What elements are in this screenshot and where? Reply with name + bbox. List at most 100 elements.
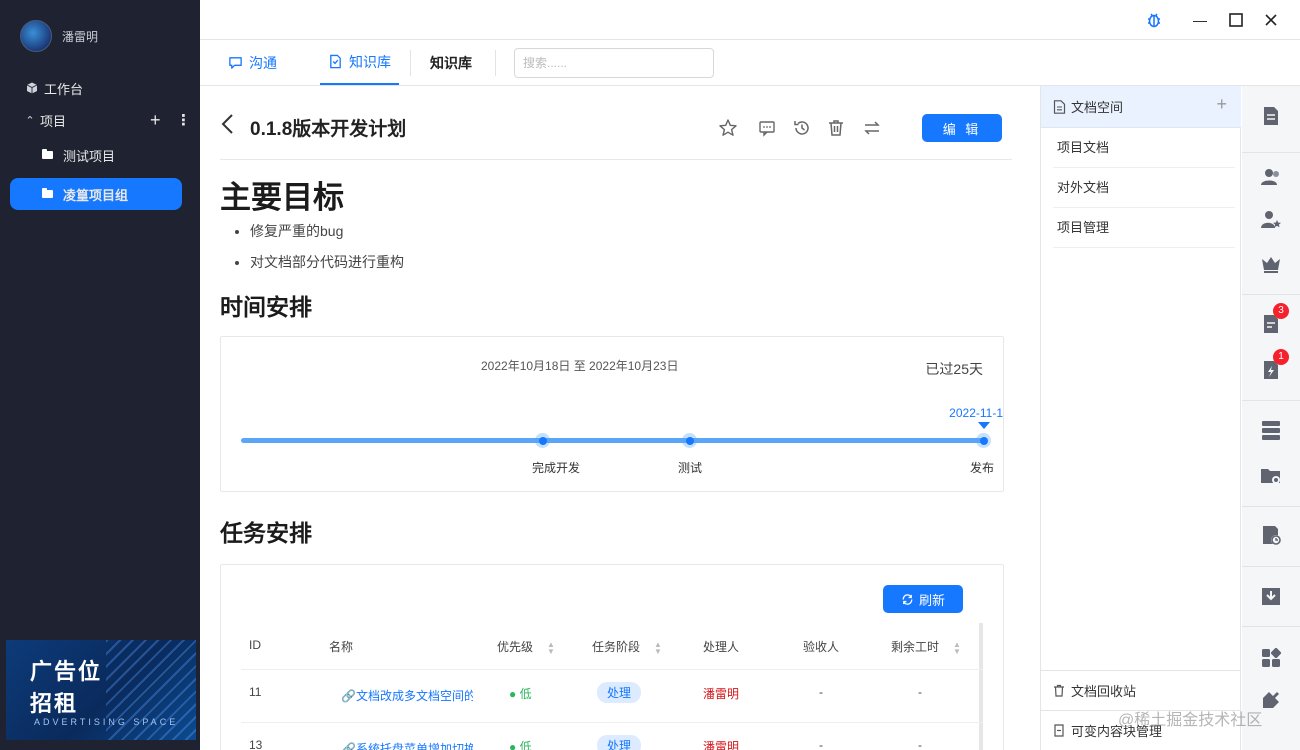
timeline-marker-date: 2022-11-1 — [949, 406, 1003, 420]
tab-label: 知识库 — [349, 53, 391, 70]
handler-name: 潘雷明 — [703, 740, 740, 750]
avatar[interactable] — [20, 20, 52, 52]
milestone-dot[interactable] — [535, 433, 550, 448]
task-link[interactable]: 🔗文档改成多文档空间的 — [341, 687, 473, 704]
timeline-elapsed: 已过25天 — [925, 361, 983, 377]
ad-title: 广告位 — [30, 659, 103, 684]
milestone-dot[interactable] — [976, 433, 991, 448]
doc-space-item[interactable]: 项目管理 — [1053, 208, 1235, 248]
recycle-bin-label: 文档回收站 — [1071, 684, 1137, 699]
bugs-icon[interactable]: 1 — [1259, 349, 1289, 382]
sidebar-item-workbench[interactable]: 工作台 — [0, 70, 200, 106]
notification-badge: 3 — [1273, 303, 1289, 319]
close-button[interactable] — [1261, 10, 1281, 30]
right-icon-rail: 3 1 — [1242, 86, 1300, 750]
column-header-priority[interactable]: 优先级 ▲ ▼ — [497, 638, 555, 655]
ad-banner[interactable]: 广告位 招租 ADVERTISING SPACE — [6, 640, 196, 740]
priority-low: ● 低 — [509, 687, 532, 701]
sidebar-item-test-project[interactable]: 测试项目 — [0, 137, 200, 173]
tab-label: 沟通 — [249, 54, 277, 71]
sidebar-item-projects[interactable]: ⌃ 项目 + ⋮ — [0, 102, 200, 138]
schedule-icon[interactable] — [1259, 523, 1283, 547]
reviewer-name: - — [819, 738, 823, 750]
add-project-icon[interactable]: + — [150, 110, 161, 131]
folder-settings-icon[interactable] — [1259, 464, 1283, 488]
star-icon[interactable] — [718, 118, 738, 138]
users-icon[interactable] — [1259, 165, 1283, 189]
delete-icon[interactable] — [826, 118, 846, 138]
tab-knowledge-base[interactable]: 知识库 — [320, 40, 399, 85]
stage-badge: 处理 — [597, 682, 642, 703]
chevron-up-icon[interactable]: ⌃ — [22, 114, 38, 127]
user-star-icon[interactable] — [1259, 208, 1283, 232]
download-box-icon[interactable] — [1259, 584, 1283, 608]
add-space-icon[interactable]: + — [1216, 94, 1227, 115]
sort-icon[interactable]: ▲ ▼ — [953, 640, 961, 655]
more-icon[interactable]: ⋮ — [176, 111, 191, 129]
sidebar-item-lingmao-project[interactable]: 凌篁项目组 — [10, 178, 182, 210]
reviewer-name: - — [819, 685, 823, 699]
sort-icon[interactable]: ▲ ▼ — [654, 640, 662, 655]
doc-space-item[interactable]: 项目文档 — [1053, 128, 1235, 168]
back-icon[interactable] — [220, 112, 236, 136]
doc-space-item[interactable]: 对外文档 — [1053, 168, 1235, 208]
bug-icon[interactable] — [1144, 10, 1164, 30]
trash-icon — [1054, 684, 1064, 697]
column-header-label: 优先级 — [497, 640, 534, 654]
stage-badge: 处理 — [597, 735, 642, 750]
column-header-remaining[interactable]: 剩余工时 ▲ ▼ — [891, 638, 961, 655]
document-icon — [330, 54, 341, 69]
sidebar-item-label: 项目 — [40, 113, 67, 129]
search-input[interactable] — [514, 48, 714, 78]
refresh-button[interactable]: 刷新 — [883, 585, 963, 613]
column-header-label: 剩余工时 — [891, 640, 940, 654]
document-space-header[interactable]: 文档空间 + — [1041, 86, 1241, 128]
column-header-label: 任务阶段 — [592, 640, 641, 654]
milestone-label: 完成开发 — [532, 461, 581, 475]
milestone-dot[interactable] — [682, 433, 697, 448]
task-link[interactable]: 🔗系统托盘菜单增加切换 — [341, 740, 473, 750]
rail-divider — [1242, 506, 1300, 507]
apps-icon[interactable] — [1259, 646, 1283, 670]
sidebar-item-label: 工作台 — [44, 81, 84, 97]
block-icon — [1054, 724, 1064, 737]
heading-tasks: 任务安排 — [220, 520, 312, 546]
left-sidebar: 潘雷明 工作台 ⌃ 项目 + ⋮ 测试项目 凌篁项目组 广告位 招租 ADVER… — [0, 0, 200, 750]
heading-goals: 主要目标 — [220, 180, 344, 215]
goals-list: 修复严重的bug 对文档部分代码进行重构 — [250, 220, 404, 282]
crown-icon[interactable] — [1259, 252, 1283, 276]
sort-icon[interactable]: ▲ ▼ — [547, 640, 555, 655]
maximize-button[interactable] — [1226, 10, 1246, 30]
timeline-range: 2022年10月18日 至 2022年10月23日 — [481, 359, 679, 373]
chat-icon — [229, 57, 242, 69]
recycle-bin-link[interactable]: 文档回收站 — [1041, 670, 1241, 710]
minimize-button[interactable]: — — [1190, 10, 1210, 30]
comment-icon[interactable] — [757, 118, 777, 138]
swap-icon[interactable] — [862, 118, 882, 138]
milestone-label: 测试 — [678, 461, 703, 475]
column-header-id[interactable]: ID — [249, 638, 261, 652]
tab-divider — [410, 50, 411, 76]
tab-knowledge-base-doc[interactable]: 知识库 — [430, 40, 472, 85]
remaining-hours: - — [918, 685, 922, 699]
tasks-icon[interactable]: 3 — [1259, 303, 1289, 336]
user-name: 潘雷明 — [62, 29, 99, 44]
row-divider — [241, 722, 983, 723]
server-icon[interactable] — [1259, 418, 1283, 442]
task-table-card: 刷新 ID 名称 优先级 ▲ ▼ 任务阶段 ▲ ▼ 处理人 验收人 剩余工时 ▲ ▼ 11 … — [220, 564, 1004, 750]
user-profile[interactable]: 潘雷明 — [20, 20, 98, 52]
column-header-stage[interactable]: 任务阶段 ▲ ▼ — [592, 638, 662, 655]
tab-bar: 沟通 知识库 知识库 — [200, 40, 1300, 86]
document-header: 0.1.8版本开发计划 编 辑 — [220, 86, 1012, 160]
table-scrollbar[interactable] — [979, 623, 983, 750]
plugin-icon[interactable] — [1259, 688, 1283, 712]
edit-button[interactable]: 编 辑 — [922, 114, 1002, 142]
documents-icon[interactable] — [1259, 104, 1283, 128]
column-header-handler[interactable]: 处理人 — [703, 638, 739, 655]
column-header-reviewer[interactable]: 验收人 — [803, 638, 839, 655]
tab-communication[interactable]: 沟通 — [228, 40, 277, 85]
handler-name: 潘雷明 — [703, 687, 740, 701]
history-icon[interactable] — [792, 118, 812, 138]
rail-divider — [1242, 152, 1300, 153]
column-header-name[interactable]: 名称 — [329, 638, 353, 655]
